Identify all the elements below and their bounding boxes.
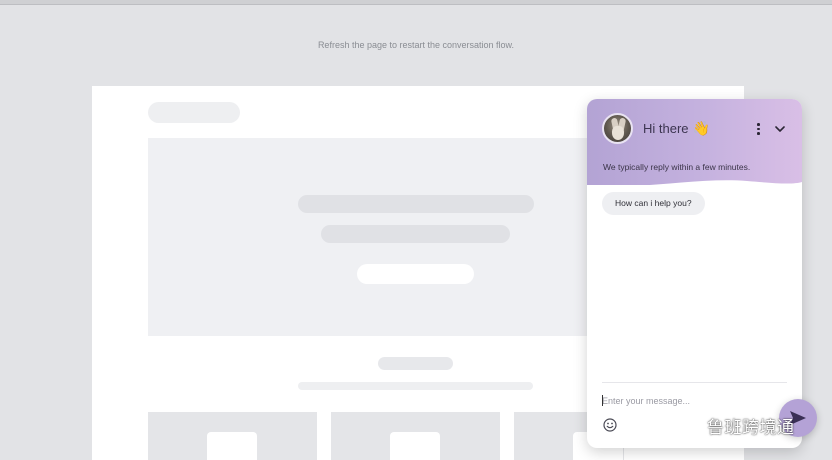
placeholder-card [331,412,500,460]
chat-greeting: Hi there 👋 [643,120,710,137]
placeholder-subheadline [321,225,510,243]
bot-message: How can i help you? [602,192,705,215]
placeholder-section-title [378,357,453,370]
text-caret [602,395,603,406]
placeholder-card-icon [207,432,257,460]
chat-widget: Hi there 👋 We typically reply within a fe… [587,99,802,448]
reply-time-note: We typically reply within a few minutes. [603,162,751,172]
chevron-down-icon[interactable] [773,122,787,136]
agent-avatar [602,113,633,144]
wechat-logo-icon [678,416,702,433]
message-input[interactable] [602,393,752,409]
watermark-text: 鲁班跨境通 [707,417,795,438]
placeholder-card-icon [390,432,440,460]
placeholder-headline [298,195,534,213]
smiley-icon[interactable] [602,417,618,433]
waving-hand-icon: 👋 [692,120,710,136]
placeholder-logo [148,102,240,123]
header-wave [587,180,802,193]
composer-divider [602,382,787,383]
placeholder-cta [357,264,474,284]
greeting-text: Hi there [643,121,689,136]
restart-hint: Refresh the page to restart the conversa… [317,40,515,50]
placeholder-card [148,412,317,460]
placeholder-section-text [298,382,533,390]
more-vertical-icon[interactable] [753,122,763,136]
browser-top-strip [0,0,832,5]
watermark: 鲁班跨境通 [677,411,795,439]
